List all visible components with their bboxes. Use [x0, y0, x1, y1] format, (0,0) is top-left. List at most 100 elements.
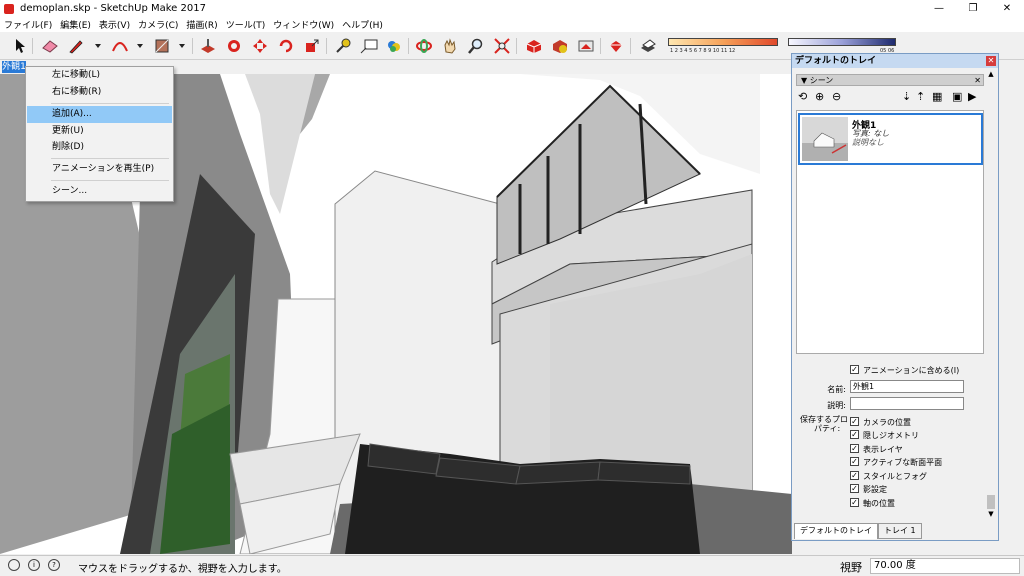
menu-bar: ファイル(F) 編集(E) 表示(V) カメラ(C) 描画(R) ツール(T) …: [0, 17, 1024, 32]
move-scene-up-icon[interactable]: ⇡: [916, 90, 925, 104]
axes-location-checkbox[interactable]: ✓: [850, 498, 859, 507]
sketchup-app-icon: [4, 3, 14, 14]
menu-edit[interactable]: 編集(E): [60, 18, 91, 31]
shape-tool-icon[interactable]: [152, 36, 172, 56]
menu-item-move-left[interactable]: 左に移動(L): [27, 67, 172, 84]
menu-item-delete[interactable]: 削除(D): [27, 139, 172, 156]
arc-dropdown-icon[interactable]: [137, 44, 143, 48]
move-tool-icon[interactable]: [250, 36, 270, 56]
hidden-geometry-label: 隠しジオメトリ: [863, 431, 919, 440]
title-bar: demoplan.skp - SketchUp Make 2017 — ❐ ✕: [0, 0, 1024, 17]
push-pull-tool-icon[interactable]: [198, 36, 218, 56]
menu-file[interactable]: ファイル(F): [4, 18, 52, 31]
rotate-tool-icon[interactable]: [276, 36, 296, 56]
help-icon[interactable]: ?: [48, 559, 60, 571]
toolbar-separator: [516, 38, 517, 54]
menu-item-update[interactable]: 更新(U): [27, 123, 172, 140]
menu-item-add[interactable]: 追加(A)...: [27, 106, 172, 123]
menu-draw[interactable]: 描画(R): [186, 18, 217, 31]
pencil-tool-icon[interactable]: [66, 36, 86, 56]
status-message: マウスをドラッグするか、視野を入力します。: [78, 564, 287, 575]
tray-title: デフォルトのトレイ: [792, 54, 998, 68]
tray-close-button[interactable]: ✕: [986, 56, 996, 66]
scene-context-menu: 左に移動(L) 右に移動(R) 追加(A)... 更新(U) 削除(D) アニメ…: [25, 66, 174, 202]
hidden-geometry-checkbox[interactable]: ✓: [850, 430, 859, 439]
menu-help[interactable]: ヘルプ(H): [342, 18, 383, 31]
geolocation-icon[interactable]: [8, 559, 20, 571]
minimize-button[interactable]: —: [922, 0, 956, 17]
style-and-fog-checkbox[interactable]: ✓: [850, 471, 859, 480]
measurements-field[interactable]: 70.00 度: [870, 558, 1020, 574]
eraser-tool-icon[interactable]: [40, 36, 60, 56]
time-slider-gradient[interactable]: [668, 38, 778, 46]
menu-item-move-right[interactable]: 右に移動(R): [27, 84, 172, 101]
scenes-panel-close-icon[interactable]: ✕: [974, 75, 981, 86]
menu-window[interactable]: ウィンドウ(W): [273, 18, 334, 31]
text-tool-icon[interactable]: [359, 36, 379, 56]
menu-separator: [51, 158, 169, 159]
include-animation-checkbox[interactable]: ✓: [850, 365, 859, 374]
extension-warehouse-icon[interactable]: [550, 36, 570, 56]
tab-default-tray[interactable]: デフォルトのトレイ: [794, 523, 878, 539]
share-model-icon[interactable]: [576, 36, 596, 56]
scene-name-label: 名前:: [827, 385, 846, 394]
show-thumbnails-icon[interactable]: ▣: [952, 90, 962, 104]
scene-description-field[interactable]: [850, 397, 964, 410]
follow-me-tool-icon[interactable]: [224, 36, 244, 56]
active-section-planes-checkbox[interactable]: ✓: [850, 457, 859, 466]
toolbar-separator: [600, 38, 601, 54]
tab-tray-1[interactable]: トレイ 1: [878, 523, 922, 539]
scene-tab-exterior-1[interactable]: 外観1: [2, 61, 26, 73]
menu-separator: [51, 103, 169, 104]
remove-scene-icon[interactable]: ⊖: [832, 90, 841, 104]
add-scene-icon[interactable]: ⊕: [815, 90, 824, 104]
default-tray-panel: デフォルトのトレイ ✕ ▼ シーン ✕ ⟲ ⊕ ⊖ ⇣ ⇡ ▦ ▣ ▶ 外観1 …: [791, 53, 999, 541]
close-button[interactable]: ✕: [990, 0, 1024, 17]
components-icon[interactable]: [606, 36, 626, 56]
view-options-icon[interactable]: ▦: [932, 90, 942, 104]
shape-dropdown-icon[interactable]: [179, 44, 185, 48]
paint-bucket-tool-icon[interactable]: [384, 36, 404, 56]
shadow-settings-checkbox[interactable]: ✓: [850, 484, 859, 493]
scroll-down-arrow-icon[interactable]: ▼: [985, 510, 997, 520]
scene-name-field[interactable]: 外観1: [850, 380, 964, 393]
toolbar-separator: [630, 38, 631, 54]
info-icon[interactable]: i: [28, 559, 40, 571]
tray-scrollbar[interactable]: ▲ ▼: [985, 68, 997, 520]
zoom-tool-icon[interactable]: [466, 36, 486, 56]
menu-view[interactable]: 表示(V): [99, 18, 130, 31]
scale-tool-icon[interactable]: [302, 36, 322, 56]
active-section-planes-label: アクティブな断面平面: [863, 458, 943, 467]
menu-item-scenes[interactable]: シーン...: [27, 183, 172, 200]
scroll-up-arrow-icon[interactable]: ▲: [985, 70, 997, 80]
arc-tool-icon[interactable]: [110, 36, 130, 56]
select-tool-icon[interactable]: [10, 36, 30, 56]
update-scene-icon[interactable]: ⟲: [798, 90, 807, 104]
orbit-tool-icon[interactable]: [414, 36, 434, 56]
3d-warehouse-icon[interactable]: [524, 36, 544, 56]
shadow-settings-label: 影設定: [863, 485, 887, 494]
move-scene-down-icon[interactable]: ⇣: [902, 90, 911, 104]
scene-description-label: 説明:: [827, 401, 846, 410]
menu-item-play-animation[interactable]: アニメーションを再生(P): [27, 161, 172, 178]
pencil-dropdown-icon[interactable]: [95, 44, 101, 48]
scroll-thumb[interactable]: [987, 495, 995, 509]
scenes-panel-title: ▼ シーン: [801, 76, 834, 85]
scene-list-item[interactable]: 外観1 写真: なし 説明なし: [798, 113, 983, 165]
shadow-settings-icon[interactable]: [638, 36, 658, 56]
tray-tab-bar: デフォルトのトレイ トレイ 1: [792, 522, 998, 540]
scene-thumbnail: [802, 117, 848, 161]
axes-location-label: 軸の位置: [863, 499, 895, 508]
visible-layers-checkbox[interactable]: ✓: [850, 444, 859, 453]
menu-tools[interactable]: ツール(T): [226, 18, 266, 31]
maximize-button[interactable]: ❐: [956, 0, 990, 17]
scenes-panel-header[interactable]: ▼ シーン ✕: [796, 74, 984, 86]
show-details-icon[interactable]: ▶: [968, 90, 976, 104]
toolbar-separator: [32, 38, 33, 54]
light-slider-gradient[interactable]: [788, 38, 896, 46]
menu-camera[interactable]: カメラ(C): [138, 18, 178, 31]
tape-measure-tool-icon[interactable]: [333, 36, 353, 56]
zoom-extents-tool-icon[interactable]: [492, 36, 512, 56]
pan-tool-icon[interactable]: [440, 36, 460, 56]
camera-position-checkbox[interactable]: ✓: [850, 417, 859, 426]
